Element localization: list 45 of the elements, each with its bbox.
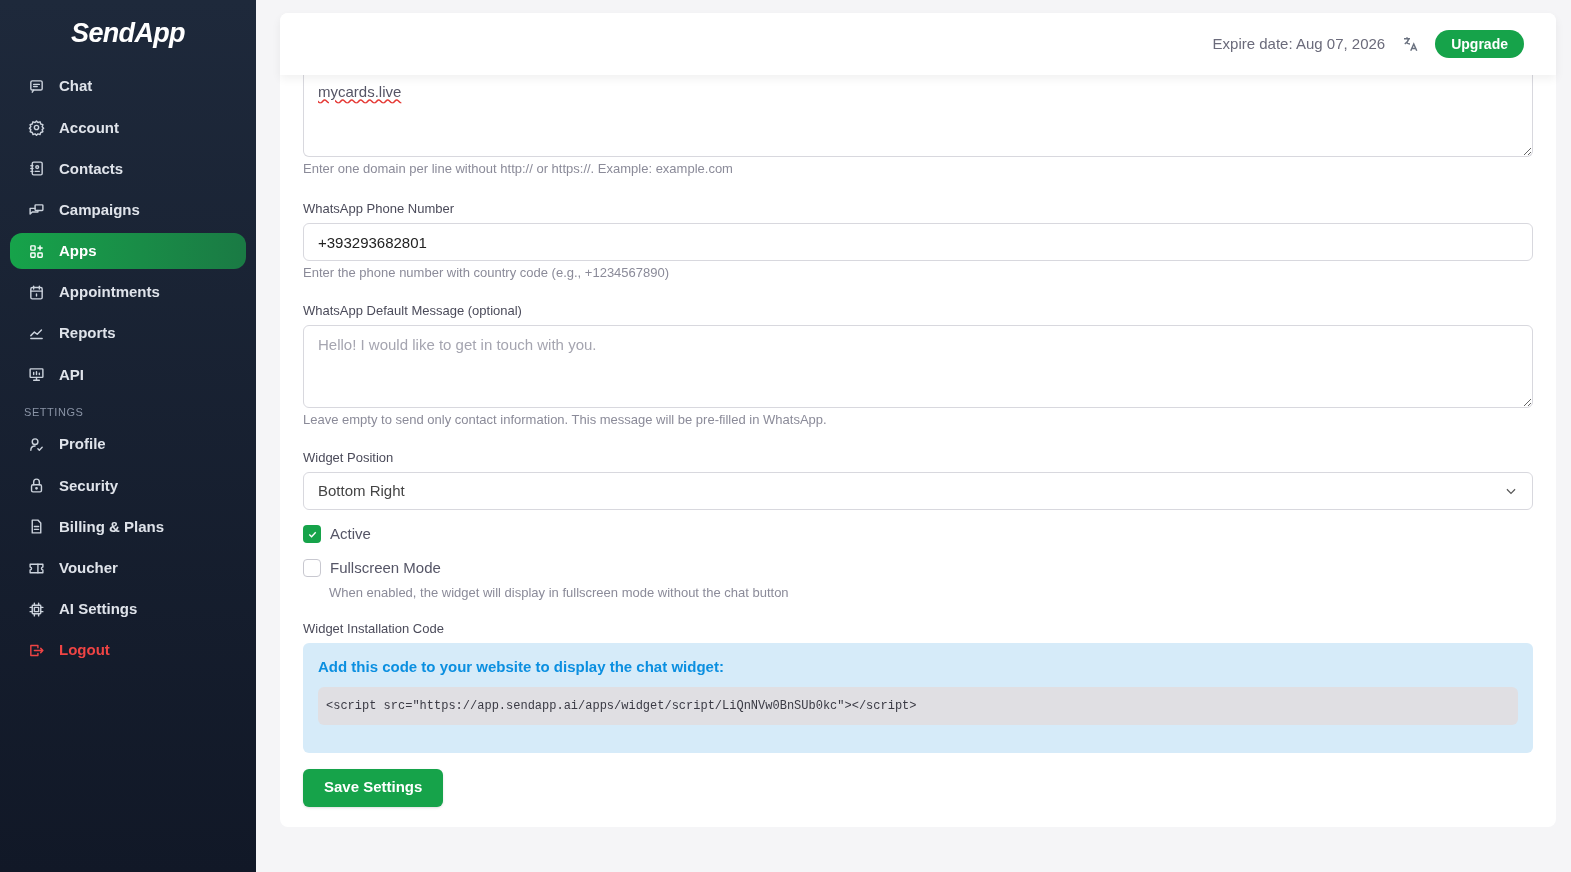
sidebar-item[interactable]: API	[10, 356, 246, 393]
monitor-icon	[28, 366, 45, 384]
code-snippet: <script src="https://app.sendapp.ai/apps/widget/script/LiQnNVw0BnSUb0kc"></script>	[318, 686, 1518, 725]
calendar-icon	[28, 284, 45, 302]
message-field[interactable]: Hello! I would like to get in touch with you.	[303, 325, 1533, 408]
field-label: WhatsApp Default Message (optional)	[303, 301, 523, 320]
gear-icon	[28, 119, 45, 137]
help-text: Enter the phone number with country code (e.g., +1234567890)	[303, 264, 671, 282]
sidebar-item[interactable]: Voucher	[10, 550, 246, 587]
expire-date: Expire date: Aug 07, 2026	[1212, 33, 1386, 54]
field-label: Widget Installation Code	[303, 619, 445, 638]
help-text: Enter one domain per line without http:// or https://. Example: example.com	[303, 160, 734, 178]
apps-grid-icon	[28, 242, 45, 260]
help-text: Leave empty to send only contact information. This message will be pre-filled in WhatsApp.	[303, 411, 828, 429]
checkbox-label: Fullscreen Mode	[330, 557, 441, 578]
sidebar-item[interactable]: Appointments	[10, 274, 246, 311]
field-label: Widget Position	[303, 448, 395, 467]
translate-icon[interactable]	[1401, 35, 1420, 53]
sidebar-item[interactable]: Profile	[10, 426, 246, 463]
help-text: When enabled, the widget will display in fullscreen mode without the chat button	[329, 584, 790, 602]
chip-icon	[28, 600, 45, 618]
sidebar-item[interactable]: Contacts	[10, 150, 246, 187]
position-select[interactable]: Bottom Right	[303, 472, 1533, 510]
sidebar-item[interactable]: Chat	[10, 68, 246, 105]
sidebar-item[interactable]: Security	[10, 467, 246, 504]
app-logo: SendApp	[71, 16, 185, 50]
checkbox[interactable]	[303, 559, 321, 577]
sidebar-item[interactable]: Campaigns	[10, 192, 246, 229]
sidebar-item[interactable]: AI Settings	[10, 591, 246, 628]
sidebar-item[interactable]: Billing & Plans	[10, 508, 246, 545]
checkbox[interactable]	[303, 525, 321, 543]
sidebar-item[interactable]: Account	[10, 109, 246, 146]
sidebar-item[interactable]: Apps	[10, 233, 246, 270]
phone-field[interactable]: +393293682801	[303, 223, 1533, 261]
info-title: Add this code to your website to display the chat widget:	[318, 657, 725, 677]
address-book-icon	[28, 160, 45, 178]
chat-icon	[28, 78, 45, 96]
sidebar-item[interactable]: Reports	[10, 315, 246, 352]
field-label: WhatsApp Phone Number	[303, 199, 456, 218]
logout-link[interactable]: Logout	[10, 632, 246, 669]
domains-field[interactable]: mycards.live	[303, 75, 1533, 157]
checkbox-label: Active	[330, 523, 371, 544]
section-heading: SETTINGS	[23, 404, 85, 420]
lock-icon	[28, 477, 45, 495]
user-check-icon	[28, 436, 45, 454]
